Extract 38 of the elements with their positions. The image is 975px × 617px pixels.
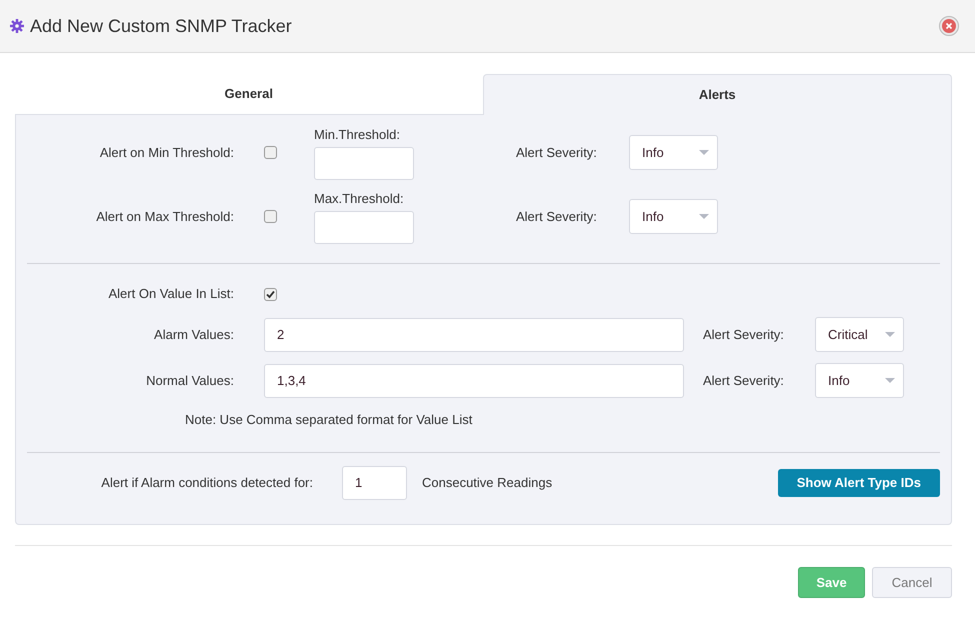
field-label: Alert Severity:	[516, 208, 598, 226]
field-label: Alert Severity:	[703, 326, 785, 344]
show-alert-type-ids-button[interactable]: Show Alert Type IDs	[778, 468, 940, 496]
close-icon	[942, 19, 956, 33]
severity-select[interactable]: Critical	[815, 317, 904, 352]
values-field[interactable]: 2	[264, 318, 684, 352]
readings-field[interactable]: 1	[342, 466, 407, 500]
threshold-field[interactable]	[314, 211, 414, 244]
severity-select[interactable]: Info	[815, 363, 904, 398]
field-label: Alert on Min Threshold:	[98, 144, 234, 162]
field-label: Alarm Values:	[153, 326, 234, 344]
field-label: Min.Threshold:	[314, 126, 401, 144]
field-label: Alert if Alarm conditions detected for:	[100, 474, 313, 492]
severity-select[interactable]: Info	[629, 199, 718, 234]
check-icon	[266, 290, 275, 298]
field-label: Alert Severity:	[516, 144, 598, 162]
caret-icon	[699, 150, 709, 156]
field-label: Alert On Value In List:	[108, 285, 234, 304]
dialog-title: Add New Custom SNMP Tracker	[30, 14, 292, 38]
checkbox[interactable]	[264, 288, 277, 300]
cancel-button[interactable]: Cancel	[872, 567, 952, 598]
gear-icon	[10, 19, 24, 33]
checkbox[interactable]	[264, 146, 277, 159]
note-text: Note: Use Comma separated format for Value List	[185, 411, 474, 429]
field-label: Consecutive Readings	[422, 474, 552, 492]
values-field[interactable]: 1,3,4	[264, 364, 684, 398]
checkbox[interactable]	[264, 210, 277, 223]
caret-icon	[885, 332, 895, 338]
close-button[interactable]	[939, 16, 959, 36]
threshold-field[interactable]	[314, 147, 414, 180]
field-label: Normal Values:	[145, 372, 234, 390]
severity-select[interactable]: Info	[629, 135, 718, 170]
field-label: Alert on Max Threshold:	[95, 208, 234, 226]
tab[interactable]: Alerts	[482, 74, 952, 115]
caret-icon	[699, 214, 709, 220]
field-label: Alert Severity:	[703, 372, 785, 390]
field-label: Max.Threshold:	[314, 190, 405, 208]
caret-icon	[885, 378, 895, 384]
